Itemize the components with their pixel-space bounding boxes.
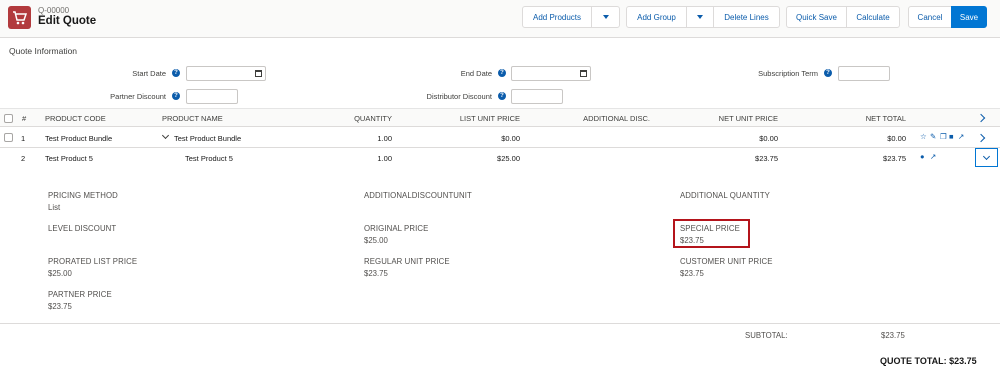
- column-header-list-unit-price[interactable]: LIST UNIT PRICE: [440, 114, 520, 123]
- pricing-method-value: List: [48, 203, 61, 212]
- chevron-down-icon: [697, 15, 703, 19]
- special-price-highlight: [673, 219, 750, 248]
- additional-discount-unit-label: ADDITIONALDISCOUNTUNIT: [364, 191, 472, 200]
- regular-unit-price-label: REGULAR UNIT PRICE: [364, 257, 450, 266]
- delete-lines-button[interactable]: Delete Lines: [713, 6, 780, 28]
- column-header-product-code[interactable]: PRODUCT CODE: [45, 114, 106, 123]
- star-icon[interactable]: ☆: [920, 133, 927, 141]
- partner-discount-label: Partner Discount: [110, 92, 166, 101]
- customer-unit-price-value: $23.75: [680, 269, 704, 278]
- chevron-right-icon[interactable]: [976, 113, 986, 123]
- select-all-checkbox[interactable]: [4, 114, 13, 123]
- subscription-term-input[interactable]: [838, 66, 890, 81]
- chevron-down-icon: [982, 152, 991, 161]
- product-name-cell: Test Product Bundle: [174, 134, 242, 143]
- info-icon[interactable]: ●: [920, 153, 925, 161]
- product-code-cell: Test Product Bundle: [45, 134, 113, 143]
- wrench-icon[interactable]: ✎: [930, 133, 936, 141]
- row-number: 2: [21, 154, 26, 163]
- net-total-cell: $23.75: [883, 154, 906, 163]
- line-items-header: # PRODUCT CODE PRODUCT NAME QUANTITY LIS…: [0, 108, 1000, 127]
- add-products-menu-button[interactable]: [591, 6, 620, 28]
- end-date-input[interactable]: [511, 66, 591, 81]
- chevron-down-icon: [602, 15, 609, 19]
- quote-number: Q-00000: [38, 6, 70, 15]
- help-icon[interactable]: ?: [498, 92, 506, 100]
- partner-price-value: $23.75: [48, 302, 72, 311]
- help-icon[interactable]: ?: [498, 69, 506, 77]
- original-price-label: ORIGINAL PRICE: [364, 224, 429, 233]
- quote-information-title: Quote Information: [9, 46, 78, 56]
- end-date-label: End Date: [460, 69, 492, 78]
- prorated-list-price-value: $25.00: [48, 269, 72, 278]
- start-date-input[interactable]: [186, 66, 266, 81]
- trend-icon[interactable]: ↗: [930, 153, 936, 161]
- product-name-cell: Test Product 5: [185, 154, 233, 163]
- add-group-menu-button[interactable]: [686, 6, 714, 28]
- column-header-additional-disc[interactable]: ADDITIONAL DISC.: [560, 114, 650, 123]
- row-checkbox[interactable]: [4, 133, 13, 142]
- chevron-right-icon[interactable]: [976, 133, 986, 143]
- help-icon[interactable]: ?: [172, 69, 180, 77]
- partner-discount-input[interactable]: [186, 89, 238, 104]
- column-header-quantity[interactable]: QUANTITY: [330, 114, 392, 123]
- additional-quantity-label: ADDITIONAL QUANTITY: [680, 191, 770, 200]
- collapse-details-button[interactable]: [975, 148, 998, 167]
- quantity-cell[interactable]: 1.00: [330, 154, 392, 163]
- quote-total: QUOTE TOTAL: $23.75: [880, 356, 977, 366]
- level-discount-label: LEVEL DISCOUNT: [48, 224, 117, 233]
- column-header-net-total[interactable]: NET TOTAL: [830, 114, 906, 123]
- list-unit-price-cell: $25.00: [497, 154, 520, 163]
- add-group-button[interactable]: Add Group: [626, 6, 687, 28]
- quick-save-button[interactable]: Quick Save: [786, 6, 847, 28]
- product-code-cell: Test Product 5: [45, 154, 93, 163]
- save-button[interactable]: Save: [951, 6, 987, 28]
- net-unit-price-cell: $0.00: [759, 134, 778, 143]
- page-title: Edit Quote: [38, 15, 97, 27]
- list-unit-price-cell: $0.00: [501, 134, 520, 143]
- prorated-list-price-label: PRORATED LIST PRICE: [48, 257, 138, 266]
- quantity-cell[interactable]: 1.00: [330, 134, 392, 143]
- page-header: Q-00000 Edit Quote Add Products Add Grou…: [0, 0, 1000, 38]
- customer-unit-price-label: CUSTOMER UNIT PRICE: [680, 257, 773, 266]
- quote-cart-icon: [8, 6, 31, 29]
- cancel-button[interactable]: Cancel: [908, 6, 952, 28]
- subtotal-label: SUBTOTAL:: [745, 331, 788, 340]
- copy-icon[interactable]: ❐: [940, 133, 947, 141]
- help-icon[interactable]: ?: [824, 69, 832, 77]
- pricing-method-label: PRICING METHOD: [48, 191, 118, 200]
- subtotal-value: $23.75: [881, 331, 905, 340]
- regular-unit-price-value: $23.75: [364, 269, 388, 278]
- calculate-button[interactable]: Calculate: [846, 6, 900, 28]
- original-price-value: $25.00: [364, 236, 388, 245]
- add-products-button[interactable]: Add Products: [522, 6, 592, 28]
- subscription-term-label: Subscription Term: [758, 69, 818, 78]
- row-number: 1: [21, 134, 26, 143]
- calendar-icon[interactable]: [580, 70, 587, 77]
- partner-price-label: PARTNER PRICE: [48, 290, 112, 299]
- start-date-label: Start Date: [132, 69, 166, 78]
- distributor-discount-input[interactable]: [511, 89, 563, 104]
- net-unit-price-cell: $23.75: [755, 154, 778, 163]
- net-total-cell: $0.00: [887, 134, 906, 143]
- table-row[interactable]: 1 Test Product Bundle Test Product Bundl…: [0, 128, 1000, 148]
- chevron-down-icon[interactable]: [161, 131, 170, 140]
- trend-icon[interactable]: ↗: [958, 133, 964, 141]
- calendar-icon[interactable]: [255, 70, 262, 77]
- delete-icon[interactable]: ■: [949, 133, 954, 141]
- table-row[interactable]: 2 Test Product 5 Test Product 5 1.00 $25…: [0, 148, 1000, 168]
- column-header-number: #: [22, 114, 27, 123]
- column-header-product-name[interactable]: PRODUCT NAME: [162, 114, 223, 123]
- help-icon[interactable]: ?: [172, 92, 180, 100]
- line-item-details: [0, 168, 1000, 324]
- column-header-net-unit-price[interactable]: NET UNIT PRICE: [690, 114, 778, 123]
- distributor-discount-label: Distributor Discount: [426, 92, 492, 101]
